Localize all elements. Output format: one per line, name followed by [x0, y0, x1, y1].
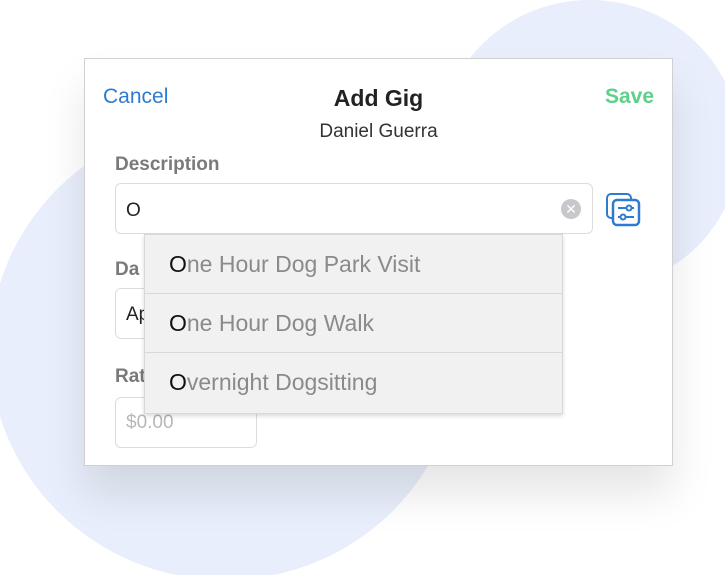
stage: Cancel Add Gig Save Daniel Guerra Descri…	[0, 0, 725, 575]
dialog-title: Add Gig	[333, 85, 424, 111]
autocomplete-dropdown: One Hour Dog Park Visit One Hour Dog Wal…	[144, 234, 563, 414]
autocomplete-rest: ne Hour Dog Park Visit	[186, 251, 421, 277]
description-input[interactable]: O	[115, 183, 593, 234]
autocomplete-item[interactable]: One Hour Dog Walk	[145, 294, 562, 353]
rate-label: Rat	[115, 366, 146, 387]
rate-placeholder: $0.00	[126, 412, 174, 433]
autocomplete-match: O	[169, 369, 187, 395]
description-label: Description	[115, 154, 220, 175]
autocomplete-item[interactable]: One Hour Dog Park Visit	[145, 235, 562, 294]
autocomplete-match: O	[169, 310, 187, 336]
presets-list-icon[interactable]	[603, 189, 643, 229]
save-button[interactable]: Save	[605, 85, 654, 109]
client-name: Daniel Guerra	[319, 121, 438, 142]
date-label: Da	[115, 259, 140, 280]
autocomplete-rest: ne Hour Dog Walk	[186, 310, 374, 336]
autocomplete-rest: vernight Dogsitting	[186, 369, 378, 395]
description-value: O	[126, 200, 141, 221]
clear-circle-icon[interactable]: ✕	[561, 199, 581, 219]
presets-list-icon-graphic	[606, 193, 641, 227]
autocomplete-match: O	[169, 251, 187, 277]
autocomplete-item[interactable]: Overnight Dogsitting	[145, 353, 562, 412]
add-gig-dialog: Cancel Add Gig Save Daniel Guerra Descri…	[84, 58, 673, 466]
